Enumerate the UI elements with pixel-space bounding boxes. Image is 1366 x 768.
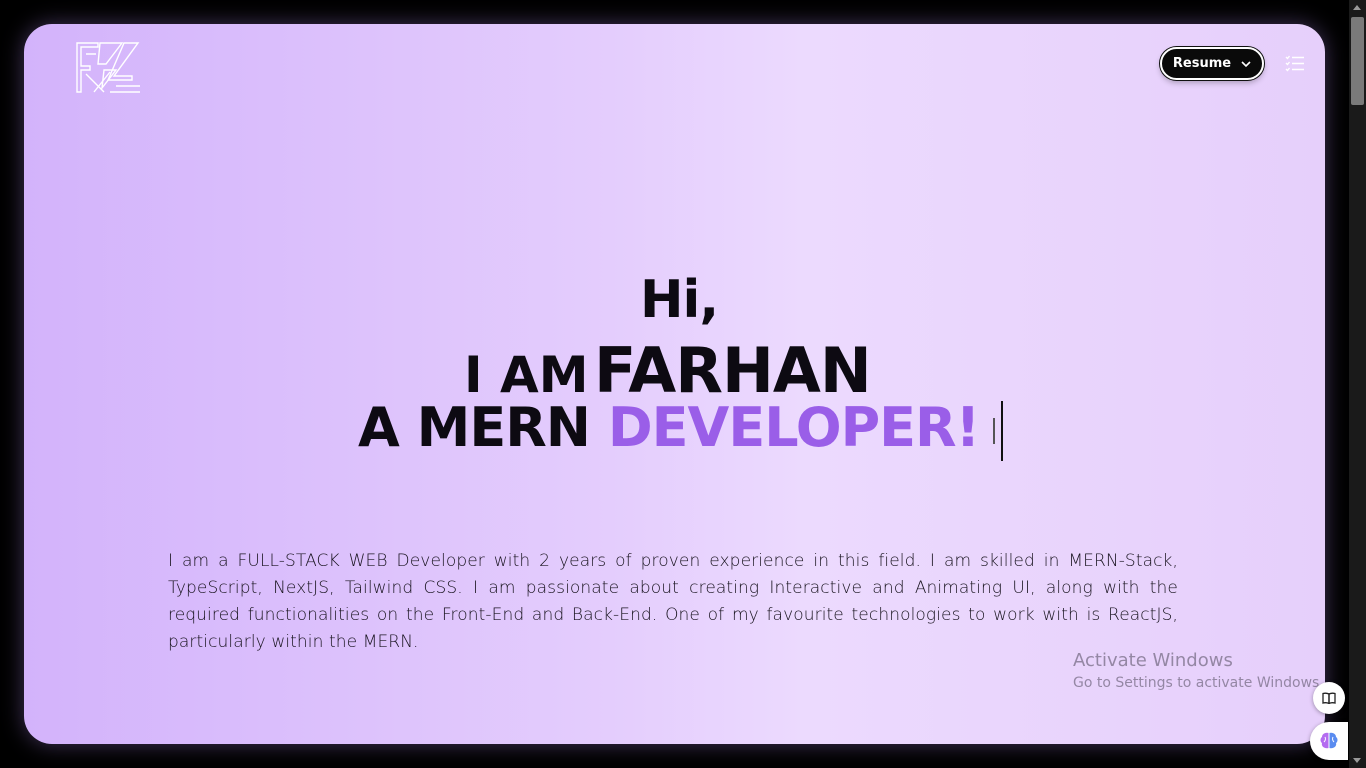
- role-accent: DEVELOPER!: [607, 396, 980, 459]
- watermark-subtitle: Go to Settings to activate Windows.: [1073, 675, 1324, 691]
- typing-cursor-thin: [993, 418, 996, 445]
- fz-logo-icon[interactable]: [76, 42, 140, 94]
- list-menu-icon[interactable]: [1285, 55, 1305, 73]
- typing-cursor: [1001, 401, 1004, 462]
- brain-button[interactable]: [1310, 722, 1348, 760]
- resume-button[interactable]: Resume: [1160, 47, 1264, 80]
- brain-icon: [1320, 732, 1338, 749]
- role-heading: A MERN DEVELOPER!: [358, 396, 1004, 462]
- book-icon: [1322, 692, 1336, 704]
- watermark-title: Activate Windows: [1073, 650, 1233, 671]
- greeting-heading: Hi,: [640, 270, 719, 330]
- hero-card: Resume Hi, I AM FARHAN A MERN DEVELOPER!…: [24, 24, 1325, 744]
- scrollbar-thumb[interactable]: [1351, 17, 1364, 105]
- page-scrollbar[interactable]: [1349, 0, 1366, 768]
- intro-paragraph: I am a FULL-STACK WEB Developer with 2 y…: [168, 551, 1178, 652]
- role-prefix: A MERN: [358, 396, 591, 459]
- scroll-up-icon[interactable]: [1353, 5, 1361, 10]
- book-button[interactable]: [1313, 682, 1345, 714]
- activate-windows-watermark: Activate Windows Go to Settings to activ…: [1073, 650, 1324, 691]
- chevron-down-icon: [1241, 60, 1251, 67]
- resume-label: Resume: [1172, 56, 1232, 71]
- scroll-down-icon[interactable]: [1353, 758, 1361, 763]
